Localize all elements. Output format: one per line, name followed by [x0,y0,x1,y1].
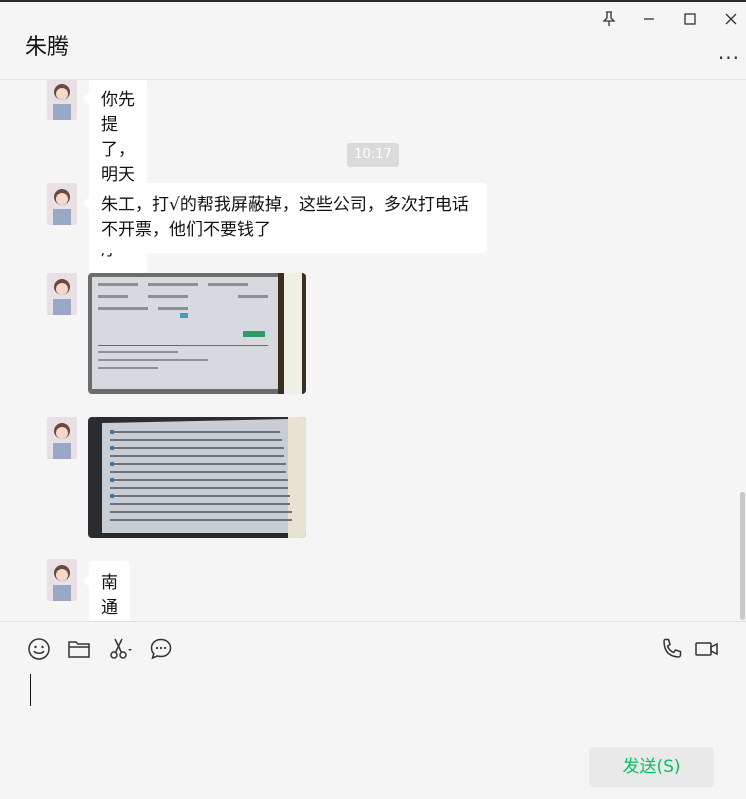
chat-bubble-icon[interactable] [148,636,174,662]
chat-title: 朱腾 [25,35,70,60]
folder-icon[interactable] [66,636,92,662]
pin-icon[interactable] [598,10,620,28]
scissors-icon[interactable] [108,636,134,662]
composer: 发送(S) [0,621,746,799]
image-message[interactable] [88,273,306,394]
message-list[interactable]: 你先提了，明天我看看程序 10:17 朱工，打√的帮我屏蔽掉，这些公司，多次打电… [0,80,746,621]
avatar[interactable] [47,273,77,315]
avatar[interactable] [47,80,77,120]
message-bubble[interactable]: 朱工，打√的帮我屏蔽掉，这些公司，多次打电话不开票，他们不要钱了 [83,183,487,253]
avatar[interactable] [47,417,77,459]
message-text: 南通三院 [101,573,118,618]
maximize-icon[interactable] [679,10,701,28]
send-button[interactable]: 发送(S) [589,747,714,787]
video-icon[interactable] [694,636,720,662]
emoji-icon[interactable] [26,636,52,662]
phone-icon[interactable] [659,636,685,662]
message-bubble[interactable]: 南通三院 [83,561,130,621]
message-text: 朱工，打√的帮我屏蔽掉，这些公司，多次打电话不开票，他们不要钱了 [101,195,469,240]
scrollbar[interactable] [740,492,745,620]
avatar[interactable] [47,183,77,225]
more-options-icon[interactable]: ... [718,40,740,64]
avatar[interactable] [47,559,77,601]
minimize-icon[interactable] [638,10,660,28]
message-input[interactable] [30,674,31,706]
timestamp: 10:17 [347,143,399,167]
chat-header: 朱腾 ... [0,2,746,80]
close-icon[interactable] [720,10,742,28]
image-message[interactable] [88,417,306,538]
